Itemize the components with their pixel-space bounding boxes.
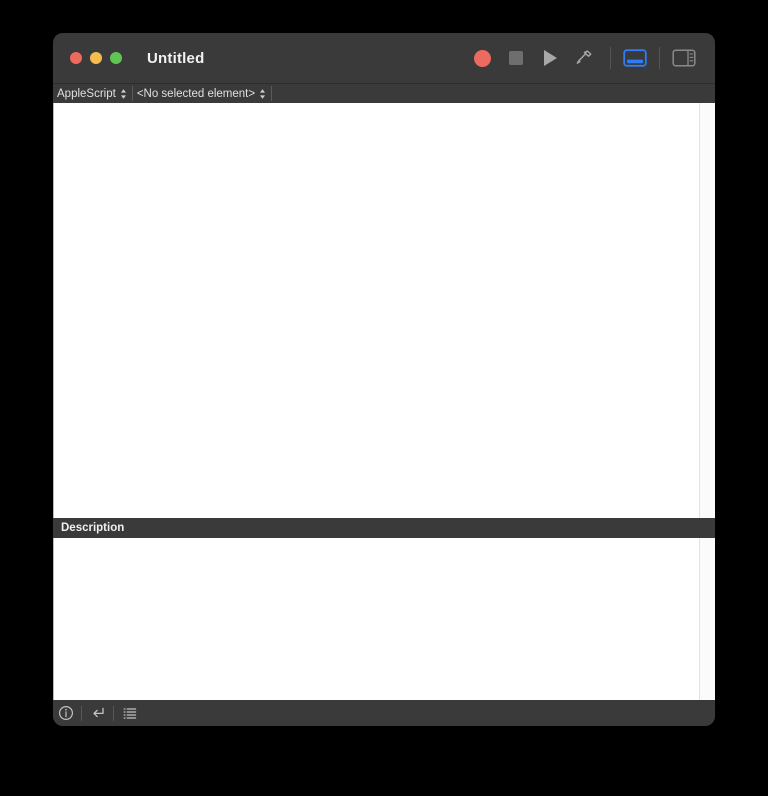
description-header: Description bbox=[53, 518, 715, 538]
bottom-status-bar bbox=[53, 700, 715, 726]
description-tab-button[interactable] bbox=[53, 703, 78, 723]
return-arrow-icon bbox=[92, 707, 104, 718]
bottom-bar-separator-1 bbox=[81, 705, 82, 721]
stop-icon bbox=[509, 51, 523, 65]
language-popup-button[interactable]: AppleScript bbox=[53, 84, 132, 103]
editor-vertical-scrollbar[interactable] bbox=[699, 103, 715, 518]
play-icon bbox=[543, 50, 557, 66]
compile-button[interactable] bbox=[567, 43, 601, 73]
record-button[interactable] bbox=[465, 43, 499, 73]
bottom-pane-icon bbox=[623, 49, 647, 67]
minimize-window-button[interactable] bbox=[90, 52, 102, 64]
desktop-background: Untitled AppleScript <No selected elemen… bbox=[0, 0, 768, 796]
info-circle-icon bbox=[58, 705, 73, 721]
toolbar-separator bbox=[610, 47, 611, 69]
toolbar-separator-2 bbox=[659, 47, 660, 69]
bottom-pane-toggle-button[interactable] bbox=[620, 47, 650, 69]
side-pane-icon bbox=[672, 49, 696, 67]
close-window-button[interactable] bbox=[70, 52, 82, 64]
script-editor-window: Untitled AppleScript <No selected elemen… bbox=[53, 33, 715, 726]
run-button[interactable] bbox=[533, 43, 567, 73]
toolbar bbox=[465, 43, 699, 73]
hammer-icon bbox=[576, 50, 592, 64]
chevron-updown-icon-2 bbox=[259, 88, 266, 100]
description-text-area[interactable] bbox=[54, 538, 699, 700]
bottom-bar-separator-2 bbox=[113, 705, 114, 721]
script-text-area[interactable] bbox=[54, 103, 699, 518]
traffic-light-group bbox=[70, 52, 122, 64]
description-pane bbox=[53, 538, 715, 700]
script-editor-pane bbox=[53, 103, 715, 518]
window-titlebar: Untitled bbox=[53, 33, 715, 83]
side-pane-toggle-button[interactable] bbox=[669, 47, 699, 69]
description-title: Description bbox=[61, 522, 125, 534]
result-tab-button[interactable] bbox=[85, 703, 110, 723]
stop-button[interactable] bbox=[499, 43, 533, 73]
selector-divider-2 bbox=[271, 86, 273, 101]
element-popup-button[interactable]: <No selected element> bbox=[133, 84, 271, 103]
description-vertical-scrollbar[interactable] bbox=[699, 538, 715, 700]
zoom-window-button[interactable] bbox=[110, 52, 122, 64]
window-title: Untitled bbox=[147, 49, 205, 67]
selector-bar: AppleScript <No selected element> bbox=[53, 83, 715, 103]
chevron-updown-icon bbox=[120, 88, 127, 100]
element-popup-label: <No selected element> bbox=[136, 87, 256, 100]
list-icon bbox=[123, 708, 136, 719]
log-tab-button[interactable] bbox=[117, 703, 142, 723]
language-popup-label: AppleScript bbox=[57, 87, 116, 100]
record-icon bbox=[473, 49, 491, 67]
